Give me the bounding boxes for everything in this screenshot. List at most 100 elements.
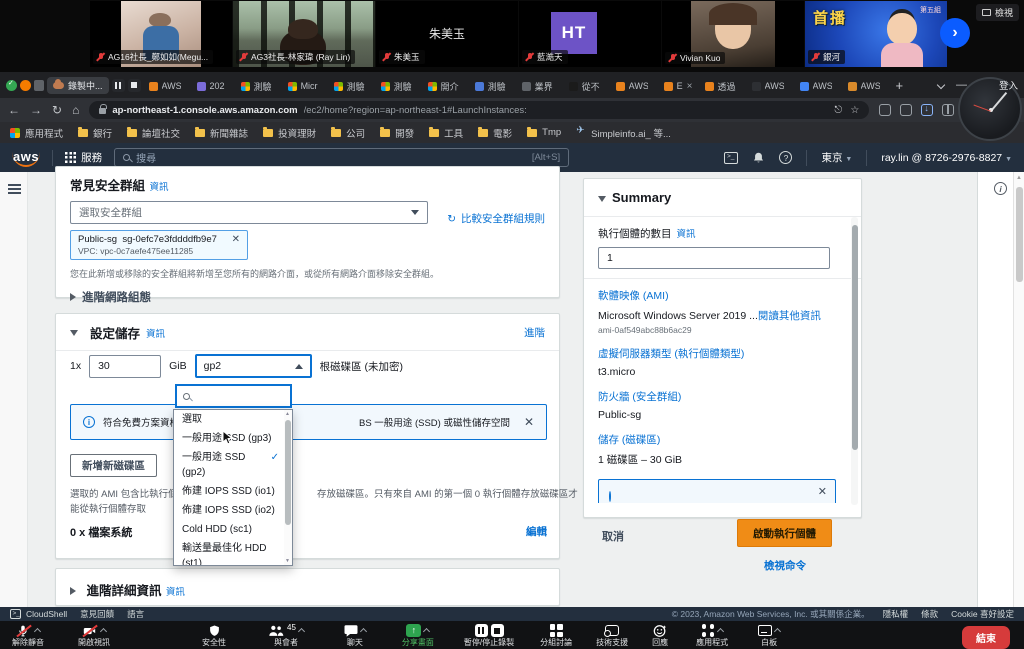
bookmark-item[interactable]: 新聞雜誌 — [195, 126, 248, 140]
browser-tab[interactable]: 從不 — [564, 77, 609, 95]
bookmark-item[interactable]: 公司 — [331, 126, 365, 140]
bookmark-item[interactable]: 銀行 — [78, 126, 112, 140]
browser-tab[interactable]: AWS — [611, 78, 657, 94]
advanced-network-toggle[interactable]: 進階網路組態 — [70, 289, 545, 305]
security-group-chip[interactable]: ✕Public-sg sg-0efc7e3fddddfb9e7VPC: vpc-… — [70, 230, 248, 260]
bookmark-item[interactable]: 工具 — [429, 126, 463, 140]
alert-close-icon[interactable]: ✕ — [818, 485, 827, 498]
recording-stop-button[interactable] — [128, 79, 141, 92]
home-button[interactable]: ⌂ — [72, 104, 79, 116]
apps-button[interactable]: 應用程式 — [696, 623, 728, 648]
notifications-bell-icon[interactable] — [752, 151, 765, 165]
firewall-link[interactable]: 防火牆 (安全群組) — [598, 389, 847, 404]
bookmark-item[interactable]: 論壇社交 — [127, 126, 180, 140]
mic-extension-icon[interactable] — [34, 80, 44, 91]
reactions-button[interactable]: 回應 — [652, 623, 668, 648]
console-search-input[interactable]: 搜尋 [Alt+S] — [114, 148, 569, 167]
chevron-up-icon[interactable] — [717, 628, 724, 635]
participants-button[interactable]: 45 與會者 — [268, 623, 304, 648]
cookie-preferences-link[interactable]: Cookie 喜好設定 — [951, 608, 1014, 620]
browser-tab[interactable]: AWS — [747, 78, 793, 94]
dropdown-option[interactable]: ✓一般用途 SSD (gp2) — [174, 448, 283, 482]
bookmark-item[interactable]: 開發 — [380, 126, 414, 140]
info-panel-icon[interactable]: i — [994, 182, 1007, 195]
browser-tab[interactable]: AWS — [843, 78, 889, 94]
view-commands-link[interactable]: 檢視命令 — [740, 558, 830, 573]
browser-signin-label[interactable]: 登入 — [999, 78, 1018, 92]
bookmark-star-icon[interactable]: ☆ — [850, 105, 859, 116]
browser-tab[interactable]: 開介 — [423, 77, 468, 95]
bookmark-item[interactable]: 投資理財 — [263, 126, 316, 140]
address-bar[interactable]: ap-northeast-1.console.aws.amazon.com /e… — [89, 101, 869, 119]
account-menu[interactable]: ray.lin @ 8726-2976-8827 ▼ — [881, 152, 1012, 164]
chevron-up-icon[interactable] — [100, 628, 107, 635]
storage-link[interactable]: 儲存 (磁碟區) — [598, 432, 847, 447]
instance-count-input[interactable]: 1 — [598, 247, 830, 269]
refresh-icon[interactable]: ↻ — [447, 213, 456, 225]
volume-size-input[interactable]: 30 — [89, 355, 161, 378]
tab-close-icon[interactable]: × — [687, 81, 693, 92]
browser-tab[interactable]: E× — [659, 78, 698, 95]
breakout-rooms-button[interactable]: 分組討論 — [540, 623, 572, 648]
browser-tab[interactable]: 業界 — [517, 77, 562, 95]
page-scrollbar[interactable] — [1013, 172, 1024, 607]
new-tab-button[interactable]: + — [896, 78, 904, 93]
chevron-up-icon[interactable] — [774, 628, 781, 635]
terms-link[interactable]: 條款 — [921, 608, 938, 620]
info-link[interactable]: 資訊 — [149, 182, 168, 193]
aws-logo[interactable]: aws — [12, 149, 40, 167]
browser-tab[interactable]: AWS — [795, 78, 841, 94]
end-meeting-button[interactable]: 結束 — [962, 626, 1010, 649]
bookmark-item[interactable]: Tmp — [527, 127, 561, 138]
summary-scrollbar[interactable] — [851, 217, 858, 505]
bookmark-item[interactable]: Simpleinfo.ai_ 等... — [576, 126, 671, 140]
security-button[interactable]: 安全性 — [202, 623, 226, 648]
view-button[interactable]: 檢視 — [976, 4, 1019, 21]
advanced-link[interactable]: 進階 — [524, 325, 545, 340]
participant-tile[interactable]: 首播 第五組 銀河 — [805, 1, 947, 67]
participant-tile-active-speaker[interactable]: AG3社長-林家瑋 (Ray Lin) — [233, 1, 375, 67]
browser-tab[interactable]: 202 — [192, 78, 234, 94]
next-participants-button[interactable]: › — [940, 18, 970, 48]
chat-button[interactable]: 聊天 — [344, 623, 366, 648]
cancel-button[interactable]: 取消 — [602, 528, 624, 544]
browser-tab[interactable]: 透過 — [700, 77, 745, 95]
pause-recording-icon[interactable] — [475, 624, 488, 637]
chevron-up-icon[interactable] — [423, 628, 430, 635]
add-volume-button[interactable]: 新增新磁碟區 — [70, 454, 157, 477]
tab-search-icon[interactable] — [937, 81, 945, 89]
recording-indicator[interactable]: 錄製中... — [47, 77, 109, 94]
expander-arrow-icon[interactable] — [70, 330, 78, 336]
participant-tile[interactable]: 朱美玉 朱美玉 — [376, 1, 518, 67]
remote-support-button[interactable]: 技術支援 — [596, 623, 628, 648]
back-button[interactable]: ← — [8, 104, 20, 116]
banner-close-icon[interactable]: ✕ — [524, 415, 534, 429]
launch-instance-button[interactable]: 啟動執行個體 — [737, 519, 832, 547]
privacy-link[interactable]: 隱私權 — [883, 608, 909, 620]
browser-tab[interactable]: AWS — [144, 78, 190, 94]
browser-tab[interactable]: 測驗 — [376, 77, 421, 95]
feedback-link[interactable]: 意見回饋 — [80, 608, 114, 620]
cloudshell-button[interactable]: CloudShell — [10, 609, 67, 619]
dropdown-option[interactable]: Cold HDD (sc1) — [174, 520, 283, 539]
browser-tab[interactable]: 測驗 — [470, 77, 515, 95]
hamburger-menu-icon[interactable] — [8, 184, 21, 186]
start-video-button[interactable]: 開啟視訊 — [78, 623, 110, 648]
download-extension-icon[interactable] — [921, 104, 933, 116]
browser-tab[interactable]: 測驗 — [329, 77, 374, 95]
dropdown-scrollbar[interactable] — [284, 410, 292, 565]
chip-remove-icon[interactable]: ✕ — [232, 234, 240, 245]
dropdown-option[interactable]: 佈建 IOPS SSD (io1) — [174, 482, 283, 501]
ami-link[interactable]: 軟體映像 (AMI) — [598, 288, 847, 303]
participant-tile[interactable]: HT 藍澔天 — [519, 1, 661, 67]
region-selector[interactable]: 東京 ▼ — [821, 150, 852, 165]
pause-stop-recording-button[interactable]: 暫停/停止錄製 — [464, 623, 514, 648]
bookmark-item[interactable]: 電影 — [478, 126, 512, 140]
edit-link[interactable]: 編輯 — [526, 524, 547, 540]
share-icon[interactable]: ⎋ — [834, 105, 842, 116]
participant-tile[interactable]: AG16社長_鄭如如(Megu... — [90, 1, 232, 67]
browser-tab[interactable]: Micr — [283, 78, 327, 94]
stop-recording-icon[interactable] — [491, 624, 504, 637]
advanced-details-card[interactable]: 進階詳細資訊 資訊 — [55, 568, 560, 606]
dropdown-option[interactable]: 選取 — [174, 410, 283, 429]
